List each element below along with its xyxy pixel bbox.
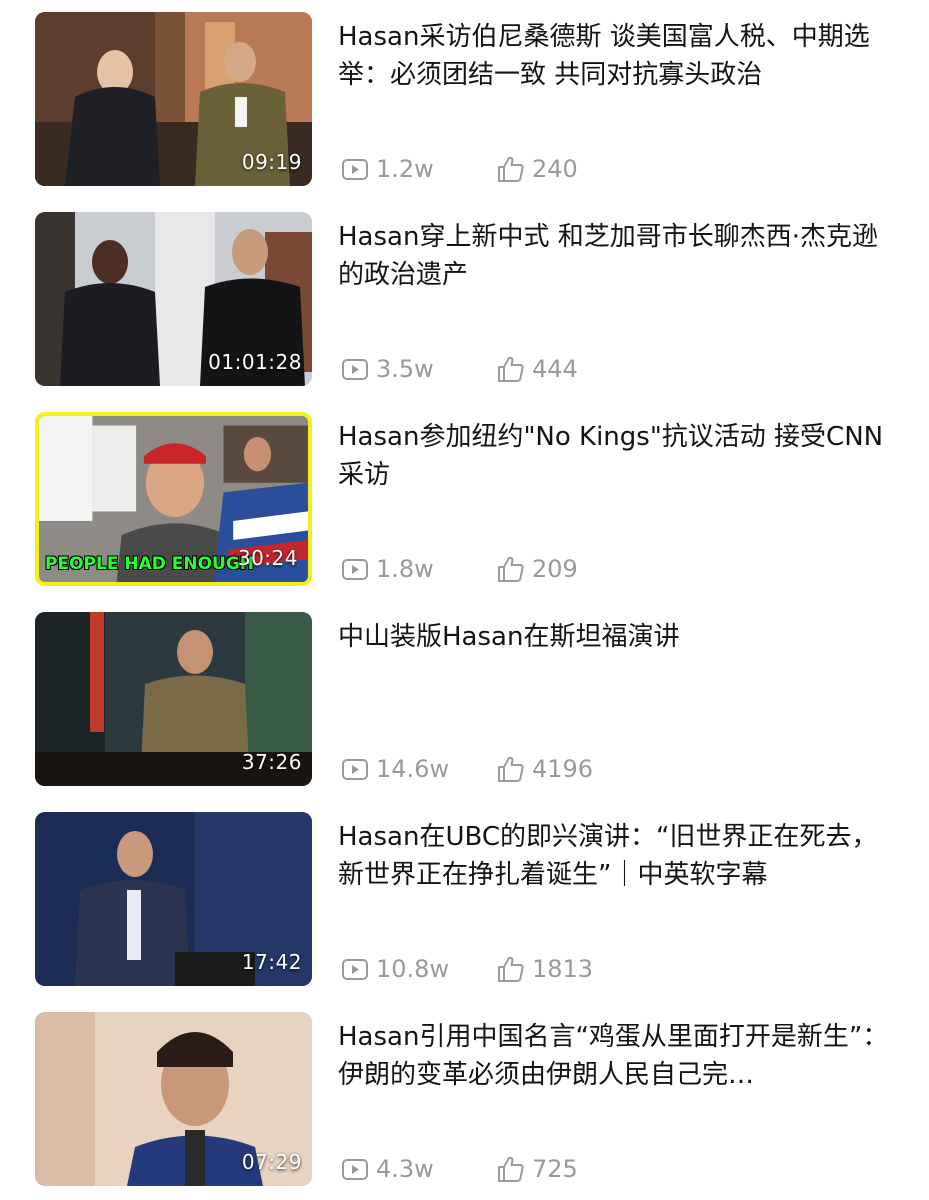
thumbs-up-icon (496, 154, 526, 184)
like-count: 4196 (496, 754, 593, 784)
view-count-value: 4.3w (376, 1155, 434, 1183)
video-item[interactable]: 07:29 Hasan引用中国名言“鸡蛋从里面打开是新生”：伊朗的变革必须由伊朗… (0, 1012, 929, 1188)
video-thumbnail[interactable]: PEOPLE HAD ENOUGH 30:24 (35, 412, 312, 586)
video-duration: 07:29 (241, 1150, 302, 1174)
video-stats: 14.6w 4196 (340, 754, 900, 784)
view-count-value: 10.8w (376, 955, 450, 983)
video-duration: 30:24 (237, 546, 298, 570)
video-item[interactable]: PEOPLE HAD ENOUGH 30:24 Hasan参加纽约"No Kin… (0, 412, 929, 588)
play-count-icon (340, 954, 370, 984)
video-thumbnail[interactable]: 07:29 (35, 1012, 312, 1186)
thumbs-up-icon (496, 554, 526, 584)
video-item[interactable]: 17:42 Hasan在UBC的即兴演讲：“旧世界正在死去，新世界正在挣扎着诞生… (0, 812, 929, 988)
view-count-value: 14.6w (376, 755, 450, 783)
video-title[interactable]: 中山装版Hasan在斯坦福演讲 (338, 618, 898, 656)
play-count-icon (340, 1154, 370, 1184)
thumbs-up-icon (496, 1154, 526, 1184)
video-stats: 10.8w 1813 (340, 954, 900, 984)
like-count: 444 (496, 354, 578, 384)
video-stats: 3.5w 444 (340, 354, 900, 384)
play-count-icon (340, 754, 370, 784)
video-duration: 09:19 (241, 150, 302, 174)
thumbs-up-icon (496, 354, 526, 384)
video-duration: 01:01:28 (208, 350, 302, 374)
video-item[interactable]: 09:19 Hasan采访伯尼桑德斯 谈美国富人税、中期选举：必须团结一致 共同… (0, 12, 929, 188)
view-count: 1.2w (340, 154, 434, 184)
video-title[interactable]: Hasan采访伯尼桑德斯 谈美国富人税、中期选举：必须团结一致 共同对抗寡头政治 (338, 18, 898, 94)
play-count-icon (340, 554, 370, 584)
video-title[interactable]: Hasan引用中国名言“鸡蛋从里面打开是新生”：伊朗的变革必须由伊朗人民自己完… (338, 1018, 898, 1094)
view-count: 4.3w (340, 1154, 434, 1184)
like-count: 240 (496, 154, 578, 184)
like-count-value: 4196 (532, 755, 594, 783)
thumbs-up-icon (496, 754, 526, 784)
video-list: 09:19 Hasan采访伯尼桑德斯 谈美国富人税、中期选举：必须团结一致 共同… (0, 0, 929, 1200)
view-count: 1.8w (340, 554, 434, 584)
video-thumbnail[interactable]: 01:01:28 (35, 212, 312, 386)
video-stats: 1.2w 240 (340, 154, 900, 184)
play-count-icon (340, 154, 370, 184)
view-count: 14.6w (340, 754, 449, 784)
like-count-value: 444 (532, 355, 578, 383)
video-thumbnail[interactable]: 09:19 (35, 12, 312, 186)
video-title[interactable]: Hasan参加纽约"No Kings"抗议活动 接受CNN采访 (338, 418, 898, 494)
video-item[interactable]: 37:26 中山装版Hasan在斯坦福演讲 14.6w 4196 (0, 612, 929, 788)
video-title[interactable]: Hasan穿上新中式 和芝加哥市长聊杰西·杰克逊的政治遗产 (338, 218, 898, 294)
thumbs-up-icon (496, 954, 526, 984)
video-thumbnail[interactable]: 17:42 (35, 812, 312, 986)
like-count-value: 1813 (532, 955, 594, 983)
play-count-icon (340, 354, 370, 384)
thumbnail-banner: PEOPLE HAD ENOUGH (45, 554, 255, 574)
like-count-value: 209 (532, 555, 578, 583)
video-item[interactable]: 01:01:28 Hasan穿上新中式 和芝加哥市长聊杰西·杰克逊的政治遗产 3… (0, 212, 929, 388)
like-count: 1813 (496, 954, 593, 984)
like-count-value: 725 (532, 1155, 578, 1183)
view-count: 3.5w (340, 354, 434, 384)
view-count-value: 1.2w (376, 155, 434, 183)
video-stats: 4.3w 725 (340, 1154, 900, 1184)
video-stats: 1.8w 209 (340, 554, 900, 584)
like-count: 209 (496, 554, 578, 584)
view-count-value: 1.8w (376, 555, 434, 583)
like-count: 725 (496, 1154, 578, 1184)
video-duration: 37:26 (241, 750, 302, 774)
view-count-value: 3.5w (376, 355, 434, 383)
video-thumbnail[interactable]: 37:26 (35, 612, 312, 786)
like-count-value: 240 (532, 155, 578, 183)
video-title[interactable]: Hasan在UBC的即兴演讲：“旧世界正在死去，新世界正在挣扎着诞生”｜中英软字… (338, 818, 898, 894)
view-count: 10.8w (340, 954, 449, 984)
video-duration: 17:42 (241, 950, 302, 974)
